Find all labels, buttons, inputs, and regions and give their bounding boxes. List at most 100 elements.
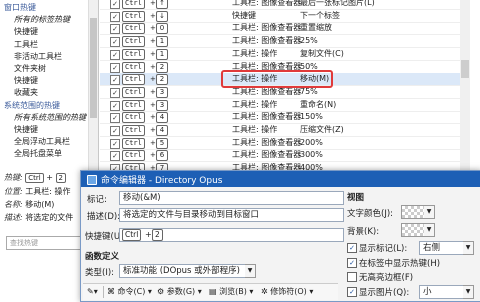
row-plus: + [150, 37, 156, 46]
dialog-titlebar[interactable]: 命令编辑器 - Directory Opus [81, 171, 480, 187]
tree-item[interactable]: 所有的标签热键 [14, 14, 70, 25]
row-checkbox[interactable]: ✓ [110, 100, 120, 111]
row-mod-key: Ctrl [122, 48, 145, 60]
table-row[interactable]: ✓ Ctrl +4 工具栏: 图像查看器 150% [100, 111, 460, 125]
prop-hotkey-key: 2 [55, 173, 66, 183]
command-menu-button[interactable]: ⌘ 命令(C) ▾ [107, 286, 152, 298]
tree-item[interactable]: 快捷键 [14, 26, 38, 37]
show-image-checkbox[interactable]: ✓ [347, 287, 357, 297]
tree-item[interactable]: 所有系统范围的热键 [14, 112, 86, 123]
row-location: 工具栏: 图像查看器 [232, 137, 302, 147]
row-location: 工具栏: 图像查看器 [232, 23, 302, 33]
row-mod-key: Ctrl [122, 36, 145, 48]
hotkey-field[interactable]: Ctrl + 2 [119, 228, 344, 242]
row-checkbox[interactable]: ✓ [110, 62, 120, 73]
edit-icon[interactable]: ✎▾ [87, 286, 98, 298]
toolbar-separator [103, 286, 104, 298]
tree-scrollbar-thumb[interactable] [90, 18, 97, 118]
row-plus: + [150, 11, 156, 20]
tree-item[interactable]: 快捷键 [14, 124, 38, 135]
params-menu-button[interactable]: ⚙ 参数(G) ▾ [157, 286, 202, 298]
table-row[interactable]: ✓ Ctrl +1 工具栏: 图像查看器 25% [100, 35, 460, 49]
modifier-menu-button[interactable]: ✲ 修饰符(O) ▾ [261, 286, 313, 298]
row-checkbox[interactable]: ✓ [110, 113, 120, 124]
row-key: ↓ [156, 10, 168, 22]
table-scrollbar[interactable] [460, 0, 470, 185]
table-scrollbar-thumb[interactable] [461, 60, 469, 78]
tree-item[interactable]: 快捷键 [14, 75, 38, 86]
tree-item[interactable]: 工具栏 [14, 39, 38, 50]
table-row[interactable]: ✓ Ctrl + ↓ 快捷键 下一个标签 [100, 10, 460, 23]
row-name: 200% [300, 137, 323, 147]
tree-item[interactable]: 全局浮动工具栏 [14, 136, 70, 147]
show-label-select[interactable]: 右侧 [419, 241, 464, 255]
tree-item[interactable]: 收藏夹 [14, 87, 38, 98]
row-checkbox[interactable]: ✓ [110, 37, 120, 48]
row-name: 300% [300, 150, 323, 160]
row-checkbox[interactable]: ✓ [110, 0, 120, 9]
tree-item[interactable]: 文件夹树 [14, 63, 46, 74]
browse-menu-button[interactable]: ▤ 浏览(B) ▾ [209, 286, 253, 298]
type-select[interactable]: 标准功能 (DOpus 或外部程序) [119, 264, 246, 278]
type-dropdown-arrow[interactable]: ▼ [245, 264, 256, 278]
function-section-header: 函数定义 [85, 252, 120, 262]
show-image-dropdown[interactable]: ▼ [463, 285, 474, 299]
prop-location-value: 工具栏: 操作 [25, 187, 71, 196]
tree-item[interactable]: 全局托盘菜单 [14, 148, 62, 159]
tree-item[interactable]: 窗口热键 [4, 2, 36, 13]
row-checkbox[interactable]: ✓ [110, 87, 120, 98]
view-section-header: 视图 [347, 193, 365, 203]
row-mod-key: Ctrl [122, 61, 145, 73]
row-key: 1 [156, 48, 168, 60]
row-location: 工具栏: 操作 [232, 99, 278, 109]
show-in-tab-checkbox[interactable]: ✓ [347, 258, 357, 268]
row-key: 2 [156, 74, 168, 86]
row-location: 快捷键 [232, 10, 256, 20]
row-name: 复制文件(C) [300, 48, 344, 58]
table-row[interactable]: ✓ Ctrl +0 工具栏: 图像查看器 重置缩放 [100, 22, 460, 36]
row-mod-key: Ctrl [122, 99, 145, 111]
desc-field[interactable]: 将选定的文件与目录移动到目标窗口 [119, 208, 344, 222]
text-color-swatch[interactable] [401, 205, 425, 219]
row-checkbox[interactable]: ✓ [110, 49, 120, 60]
row-name: 压缩文件(Z) [300, 125, 344, 134]
table-row[interactable]: ✓ Ctrl +5 工具栏: 图像查看器 200% [100, 137, 460, 150]
row-name: 150% [300, 112, 323, 122]
row-key: 4 [156, 112, 168, 124]
tree-item[interactable]: 系统范围的热键 [4, 100, 60, 111]
row-plus: + [150, 100, 156, 109]
table-row[interactable]: ✓ Ctrl +1 工具栏: 操作 复制文件(C) [100, 48, 460, 61]
label-field[interactable]: 移动(&M) [119, 191, 344, 205]
table-row[interactable]: ✓ Ctrl +6 工具栏: 图像查看器 300% [100, 149, 460, 163]
params-menu-label: 参数(G) [166, 287, 196, 296]
row-mod-key: Ctrl [122, 150, 145, 162]
label-field-label: 标记: [87, 195, 107, 205]
hotkey-table: ✓ Ctrl + ↑ 工具栏: 图像查看器 最后一张标记图片(L) ✓ Ctrl + ↓ 快捷键 下一… [100, 0, 470, 185]
text-color-dropdown[interactable]: ▼ [424, 205, 435, 219]
row-checkbox[interactable]: ✓ [110, 11, 120, 22]
table-row[interactable]: ✓ Ctrl +3 工具栏: 操作 重命名(N) [100, 99, 460, 112]
row-mod-key: Ctrl [122, 125, 145, 136]
row-checkbox[interactable]: ✓ [110, 151, 120, 162]
row-location: 工具栏: 操作 [232, 48, 278, 58]
row-key: ↑ [156, 0, 168, 9]
folder-icon: ▤ [209, 287, 217, 296]
no-border-checkbox[interactable] [347, 272, 357, 282]
row-checkbox[interactable]: ✓ [110, 24, 120, 35]
row-checkbox[interactable]: ✓ [110, 75, 120, 86]
row-plus: + [150, 113, 156, 122]
table-row[interactable]: ✓ Ctrl +4 工具栏: 操作 压缩文件(Z) [100, 124, 460, 137]
show-label-dropdown[interactable]: ▼ [463, 241, 474, 255]
row-checkbox[interactable]: ✓ [110, 138, 120, 149]
row-location: 工具栏: 图像查看器 [232, 0, 302, 7]
show-image-select[interactable]: 小 [419, 285, 464, 299]
bg-color-dropdown[interactable]: ▼ [424, 223, 435, 237]
row-checkbox[interactable]: ✓ [110, 126, 120, 136]
show-label-checkbox[interactable]: ✓ [347, 243, 357, 253]
prop-name-value: 移动(M) [25, 200, 55, 209]
type-label: 类型(I): [85, 268, 115, 278]
bg-color-swatch[interactable] [401, 223, 425, 237]
table-row[interactable]: ✓ Ctrl + ↑ 工具栏: 图像查看器 最后一张标记图片(L) [100, 0, 460, 10]
tree-item[interactable]: 非活动工具栏 [14, 51, 62, 62]
row-location: 工具栏: 图像查看器 [232, 150, 302, 160]
